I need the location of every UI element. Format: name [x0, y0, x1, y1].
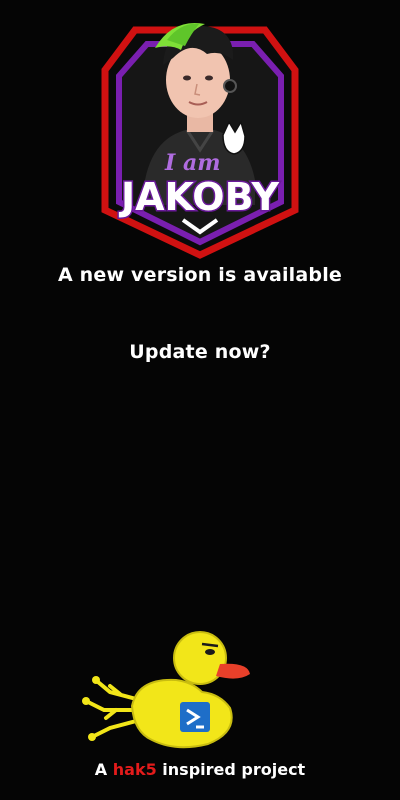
- footer-credit: A hak5 inspired project: [0, 760, 400, 779]
- footer-brand: hak5: [112, 760, 157, 779]
- rubber-duck-icon: [82, 631, 250, 749]
- update-prompt: Update now?: [129, 341, 271, 363]
- jakoby-logo: I am JAKOBY: [101, 23, 299, 259]
- update-available-message: A new version is available: [57, 264, 343, 286]
- footer-prefix: A: [94, 760, 108, 779]
- logo-line2: JAKOBY: [118, 175, 279, 219]
- logo-line1: I am: [164, 150, 220, 176]
- powershell-icon: [180, 702, 210, 732]
- footer-suffix: inspired project: [162, 760, 306, 779]
